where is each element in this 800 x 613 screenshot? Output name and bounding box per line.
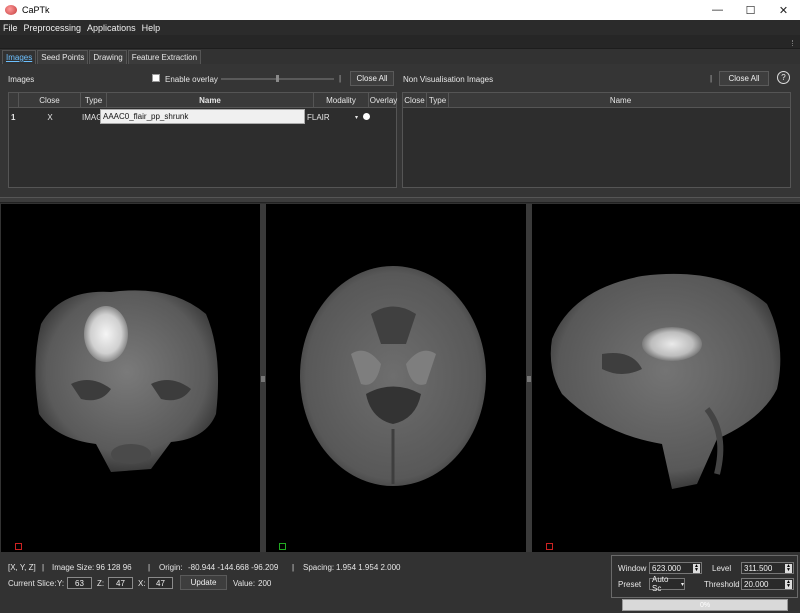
value-label: Value: xyxy=(233,579,256,588)
update-button[interactable]: Update xyxy=(180,575,227,590)
tab-drawing[interactable]: Drawing xyxy=(89,50,127,64)
enable-overlay-label: Enable overlay xyxy=(165,75,218,84)
close-all-non-vis-button[interactable]: Close All xyxy=(719,71,769,86)
orientation-marker xyxy=(15,543,22,550)
tumor-region xyxy=(642,327,702,361)
level-spinbox[interactable]: 311.500 ▲ ▼ xyxy=(741,562,794,574)
info-separator: | xyxy=(42,563,45,572)
origin-label: Origin: xyxy=(159,563,183,572)
orientation-marker xyxy=(546,543,553,550)
preset-dropdown-icon[interactable]: ▾ xyxy=(681,581,684,588)
non-vis-column-close[interactable]: Close xyxy=(403,93,427,108)
spacing-value: 1.954 1.954 2.000 xyxy=(336,563,401,572)
remove-image-button[interactable]: X xyxy=(19,110,81,124)
toolbar-grip[interactable] xyxy=(792,40,794,46)
sagittal-viewer[interactable] xyxy=(532,204,800,552)
menu-file[interactable]: File xyxy=(3,23,18,33)
progress-bar: 0% xyxy=(622,599,788,611)
column-name[interactable]: Name xyxy=(107,93,314,108)
slice-y-input[interactable]: 63 xyxy=(67,577,92,589)
preset-label: Preset xyxy=(618,580,642,589)
menu-applications[interactable]: Applications xyxy=(87,23,136,33)
threshold-spin-arrows-icon[interactable]: ▲ ▼ xyxy=(785,580,792,589)
maximize-button[interactable]: ☐ xyxy=(734,0,767,20)
threshold-spinbox[interactable]: 20.000 ▲ ▼ xyxy=(741,578,794,590)
panel-splitter[interactable] xyxy=(0,197,800,203)
help-icon[interactable]: ? xyxy=(777,71,790,84)
window-level-panel: Window 623.000 ▲ ▼ Level 311.500 ▲ ▼ Prese… xyxy=(611,555,798,598)
non-vis-separator: | xyxy=(710,74,713,83)
image-size-value: 96 128 96 xyxy=(96,563,132,572)
images-table-header: Close Type Name Modality Overlay xyxy=(9,93,398,108)
title-bar: CaPTk — ☐ ✕ xyxy=(0,0,800,20)
coronal-viewer[interactable] xyxy=(1,204,260,552)
menu-bar: File Preprocessing Applications Help xyxy=(0,20,800,35)
non-vis-heading: Non Visualisation Images xyxy=(403,75,494,84)
slice-x-label: X: xyxy=(138,579,146,588)
level-spin-arrows-icon[interactable]: ▲ ▼ xyxy=(785,564,792,573)
spacing-label: Spacing: xyxy=(303,563,335,572)
voxel-value: 200 xyxy=(258,579,272,588)
image-size-label: Image Size: xyxy=(52,563,95,572)
captk-logo-icon xyxy=(5,5,17,15)
row-index-header xyxy=(9,93,19,108)
threshold-label: Threshold xyxy=(704,580,740,589)
window-spinbox[interactable]: 623.000 ▲ ▼ xyxy=(649,562,702,574)
level-value: 311.500 xyxy=(744,563,773,573)
sagittal-brain-slice xyxy=(550,273,781,489)
images-heading: Images xyxy=(8,75,35,84)
coords-label: [X, Y, Z] xyxy=(8,563,36,572)
minimize-button[interactable]: — xyxy=(701,0,734,20)
current-slice-label: Current Slice: xyxy=(8,579,57,588)
preset-value: Auto Sc xyxy=(652,575,669,593)
axial-viewer[interactable] xyxy=(266,204,526,552)
slice-x-input[interactable]: 47 xyxy=(148,577,173,589)
window-spin-arrows-icon[interactable]: ▲ ▼ xyxy=(693,564,700,573)
tumor-region xyxy=(84,306,128,362)
tab-seed-points[interactable]: Seed Points xyxy=(37,50,89,64)
column-close[interactable]: Close xyxy=(19,93,81,108)
slice-z-input[interactable]: 47 xyxy=(108,577,133,589)
window-value: 623.000 xyxy=(652,563,681,573)
non-vis-table-header: Close Type Name xyxy=(403,93,790,108)
progress-text: 0% xyxy=(699,601,711,609)
toolbar-strip xyxy=(0,35,800,49)
image-name-field[interactable]: AAAC0_flair_pp_shrunk xyxy=(100,109,305,124)
menu-help[interactable]: Help xyxy=(142,23,161,33)
modality-dropdown-icon[interactable]: ▾ xyxy=(355,110,358,124)
images-table: Close Type Name Modality Overlay 1 X IMA… xyxy=(8,92,397,188)
slider-end-mark: | xyxy=(339,74,342,83)
overlay-radio[interactable] xyxy=(363,113,370,120)
column-type[interactable]: Type xyxy=(81,93,107,108)
orientation-marker xyxy=(279,543,286,550)
coronal-brain-slice xyxy=(35,290,219,472)
enable-overlay-checkbox[interactable] xyxy=(152,74,160,82)
tab-bar: Images Seed Points Drawing Feature Extra… xyxy=(0,49,800,64)
axial-brain-slice xyxy=(300,266,486,486)
slice-z-label: Z: xyxy=(97,579,105,588)
threshold-value: 20.000 xyxy=(744,579,769,589)
level-label: Level xyxy=(712,564,732,573)
close-window-button[interactable]: ✕ xyxy=(767,0,800,20)
images-panel: Images Enable overlay | Close All Non Vi… xyxy=(0,64,800,197)
menu-preprocessing[interactable]: Preprocessing xyxy=(24,23,82,33)
non-vis-column-name[interactable]: Name xyxy=(449,93,792,108)
info-separator: | xyxy=(292,563,295,572)
tab-images[interactable]: Images xyxy=(2,50,37,64)
info-separator: | xyxy=(148,563,151,572)
overlay-slider-handle[interactable] xyxy=(276,75,279,82)
preset-select[interactable]: Auto Sc ▾ xyxy=(649,575,685,593)
row-index: 1 xyxy=(11,112,16,122)
slice-y-label: Y: xyxy=(57,579,65,588)
tab-feature-extraction[interactable]: Feature Extraction xyxy=(127,50,202,64)
modality-select[interactable]: FLAIR xyxy=(307,110,330,124)
column-modality[interactable]: Modality xyxy=(314,93,369,108)
non-vis-column-type[interactable]: Type xyxy=(427,93,449,108)
column-overlay[interactable]: Overlay xyxy=(369,93,398,108)
origin-value: -80.944 -144.668 -96.209 xyxy=(188,563,279,572)
close-all-images-button[interactable]: Close All xyxy=(350,71,394,86)
window-title: CaPTk xyxy=(22,5,50,15)
non-vis-table: Close Type Name xyxy=(402,92,791,188)
window-label: Window xyxy=(618,564,647,573)
